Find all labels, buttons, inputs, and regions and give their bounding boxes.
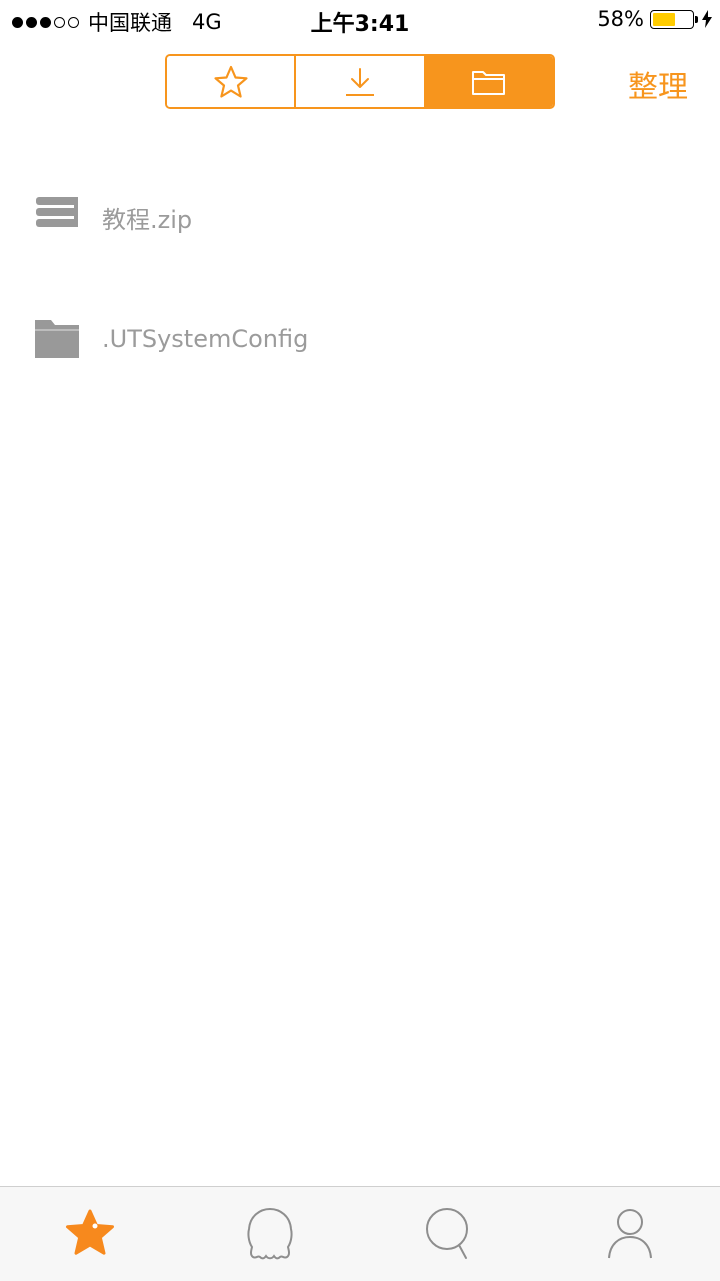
battery-icon — [650, 9, 694, 29]
file-name: .UTSystemConfig — [102, 325, 309, 353]
segment-files[interactable] — [425, 56, 553, 107]
star-outline-icon — [214, 65, 248, 98]
segment-favorites[interactable] — [167, 56, 297, 107]
status-bar: 中国联通 4G 上午3:41 58% — [0, 0, 720, 40]
list-item[interactable]: .UTSystemConfig — [0, 170, 720, 358]
person-icon — [608, 1209, 652, 1259]
organize-button[interactable]: 整理 — [628, 62, 688, 106]
tab-discover[interactable] — [180, 1187, 360, 1281]
tab-bar — [0, 1186, 720, 1281]
battery-cap — [695, 15, 698, 23]
tab-search[interactable] — [360, 1187, 540, 1281]
file-list: 教程.zip .UTSystemConfig — [0, 170, 720, 358]
view-segmented-control — [165, 54, 555, 109]
status-right: 58% — [597, 7, 712, 31]
tab-favorites[interactable] — [0, 1187, 180, 1281]
battery-level — [653, 12, 676, 26]
battery-percent: 58% — [597, 7, 644, 31]
ghost-icon — [247, 1207, 293, 1260]
search-icon — [426, 1208, 468, 1259]
folder-icon — [35, 320, 79, 358]
folder-icon — [472, 70, 506, 95]
star-icon — [66, 1209, 114, 1255]
segment-downloads[interactable] — [296, 56, 426, 107]
tab-profile[interactable] — [540, 1187, 720, 1281]
charging-icon — [702, 10, 712, 28]
download-icon — [345, 67, 374, 96]
